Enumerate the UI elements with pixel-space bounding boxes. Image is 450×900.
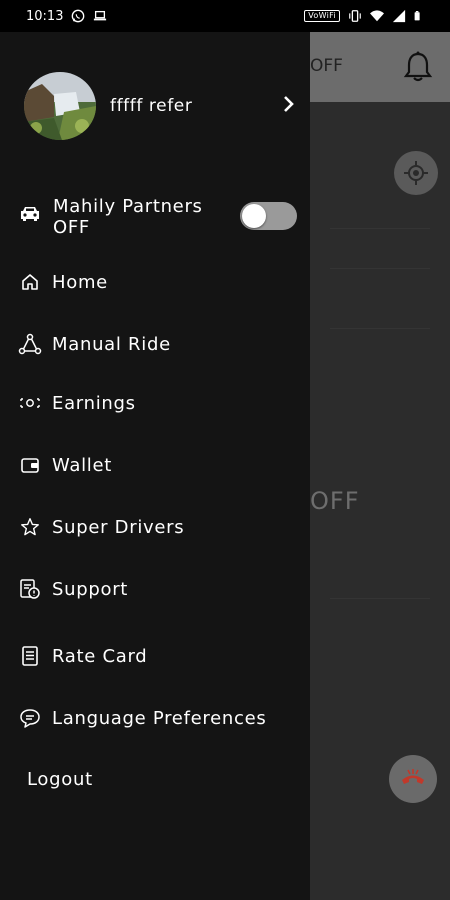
navigation-drawer: fffff refer Mahily Partners OFF Home Man… [0, 32, 310, 900]
menu-item-manual-ride[interactable]: Manual Ride [18, 332, 303, 356]
locate-icon [404, 161, 428, 185]
end-call-button[interactable] [389, 755, 437, 803]
partners-online-toggle[interactable] [240, 202, 297, 230]
menu-item-label: Language Preferences [52, 707, 267, 729]
avatar[interactable] [24, 72, 96, 140]
car-icon [21, 207, 39, 221]
route-icon [18, 332, 42, 356]
menu-item-earnings[interactable]: Earnings [18, 391, 303, 415]
menu-item-label: Rate Card [52, 645, 148, 667]
background-status-text: OFF [310, 487, 360, 515]
partners-status-row: Mahily Partners OFF [18, 194, 303, 238]
profile-name: fffff refer [110, 96, 193, 116]
avatar-image [24, 72, 96, 140]
vibrate-icon [349, 10, 361, 22]
background-divider [330, 328, 430, 329]
toggle-knob [242, 204, 266, 228]
bell-icon[interactable] [403, 50, 433, 84]
partners-label: Mahily Partners [53, 196, 203, 217]
status-time: 10:13 [26, 8, 64, 24]
menu-item-language-preferences[interactable]: Language Preferences [18, 706, 303, 730]
earnings-icon [18, 391, 42, 415]
menu-item-label: Support [52, 578, 129, 600]
star-icon [18, 515, 42, 539]
menu-item-home[interactable]: Home [18, 270, 303, 294]
support-icon [18, 577, 42, 601]
battery-icon [414, 11, 420, 21]
menu-item-label: Manual Ride [52, 333, 171, 355]
chevron-right-icon[interactable] [282, 94, 296, 114]
signal-icon [392, 9, 406, 23]
status-bar: 10:13 VoWiFi [0, 0, 450, 32]
logout-button[interactable]: Logout [27, 769, 93, 790]
status-left: 10:13 [26, 9, 107, 24]
background-divider [330, 598, 430, 599]
laptop-icon [94, 10, 107, 21]
menu-item-label: Wallet [52, 454, 113, 476]
menu-item-label: Super Drivers [52, 516, 185, 538]
wifi-icon [370, 10, 384, 22]
menu-item-label: Home [52, 271, 108, 293]
menu-item-support[interactable]: Support [18, 577, 303, 601]
vowifi-badge: VoWiFi [304, 10, 340, 22]
partners-state: OFF [53, 217, 90, 238]
locate-button[interactable] [394, 151, 438, 195]
profile-header[interactable]: fffff refer [24, 72, 304, 140]
menu-item-rate-card[interactable]: Rate Card [18, 644, 303, 668]
status-right: VoWiFi [304, 9, 424, 23]
language-icon [18, 706, 42, 730]
end-call-icon [402, 769, 424, 784]
menu-item-wallet[interactable]: Wallet [18, 453, 303, 477]
background-divider [330, 268, 430, 269]
background-divider [330, 228, 430, 229]
menu-item-super-drivers[interactable]: Super Drivers [18, 515, 303, 539]
home-icon [18, 270, 42, 294]
background-header-status: OFF [310, 56, 343, 76]
wallet-icon [18, 453, 42, 477]
menu-item-label: Earnings [52, 392, 136, 414]
rate-card-icon [18, 644, 42, 668]
whatsapp-icon [72, 9, 85, 23]
partners-status-text: Mahily Partners OFF [53, 196, 203, 238]
